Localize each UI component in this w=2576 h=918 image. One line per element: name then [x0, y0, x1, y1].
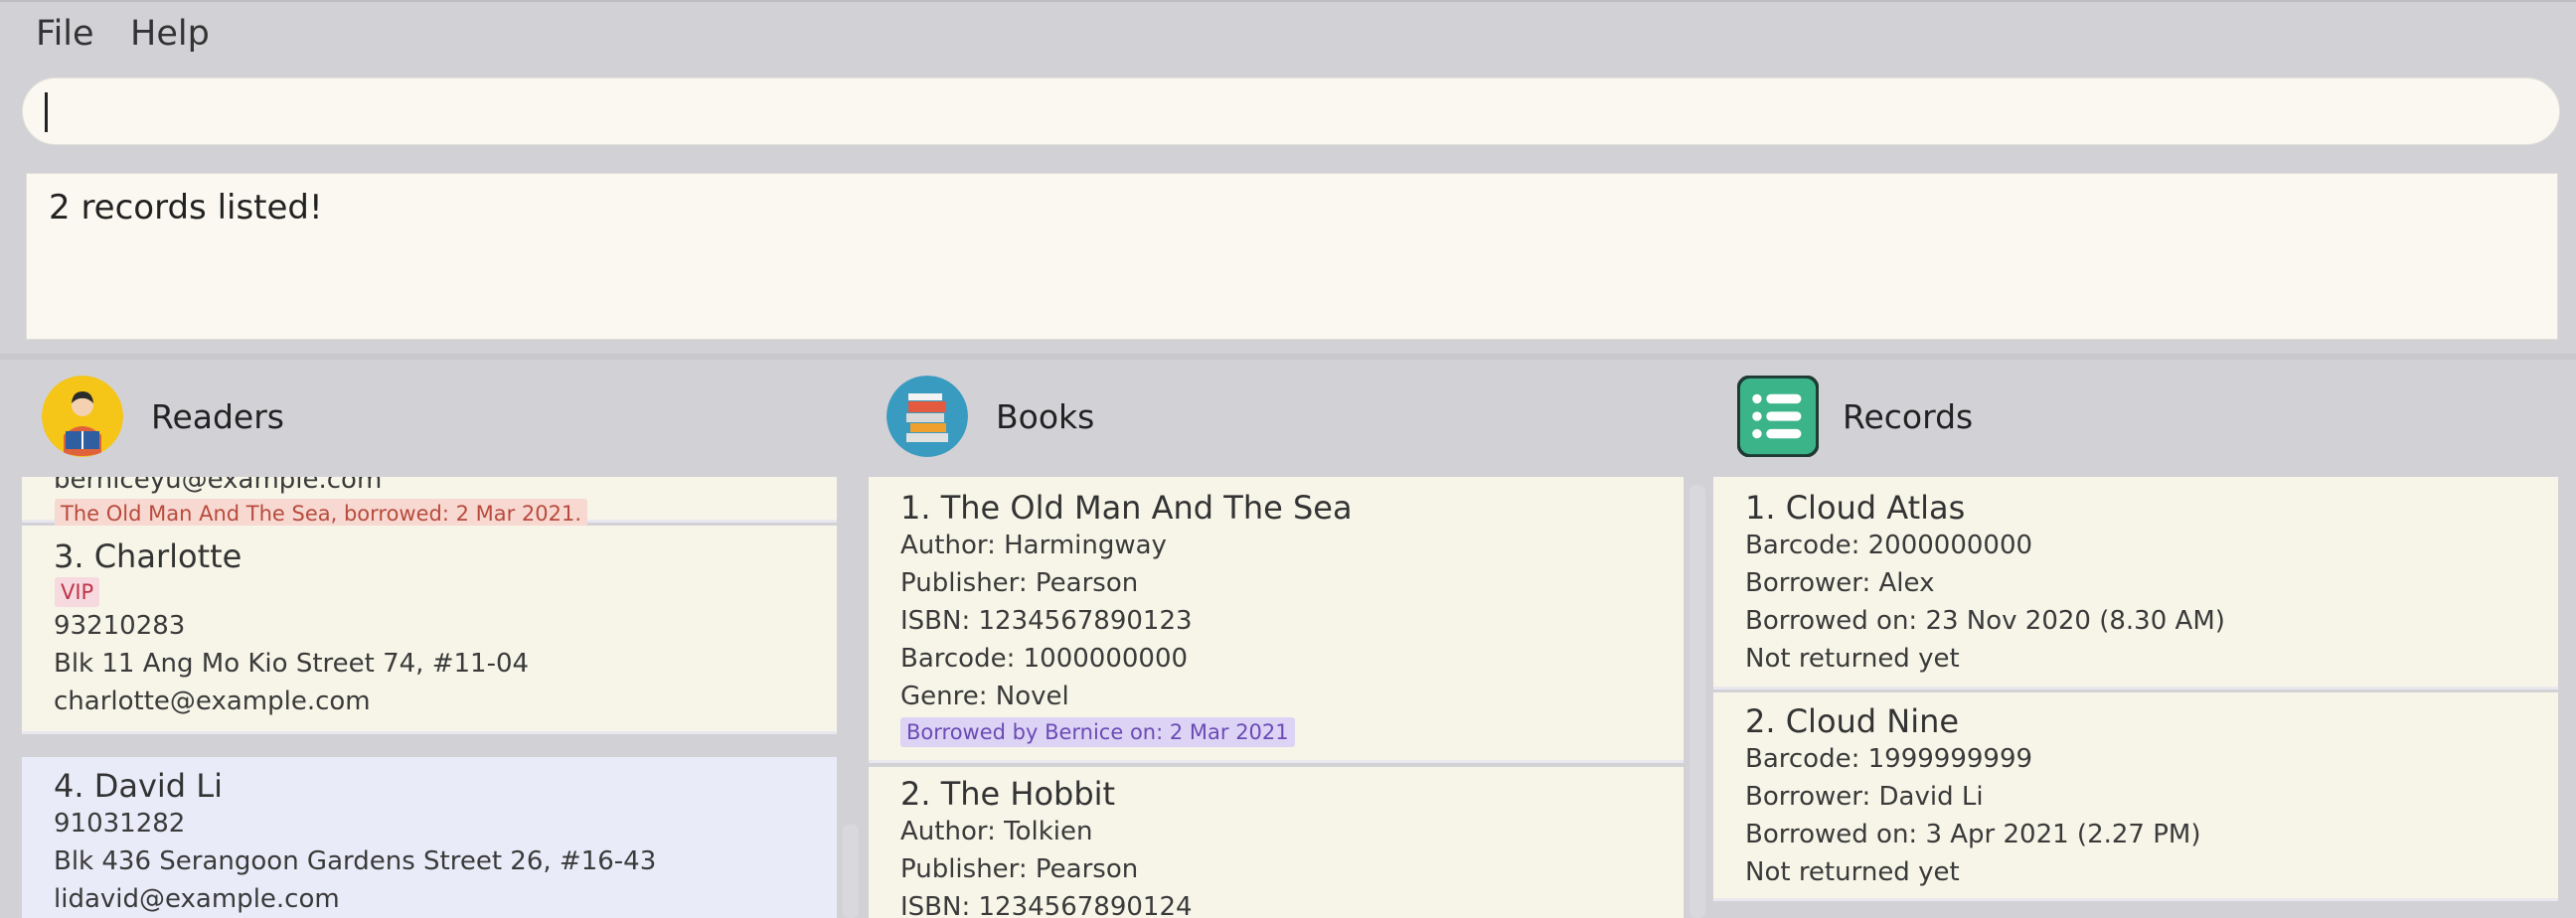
reader-name: 4. David Li [54, 767, 223, 805]
command-input[interactable] [51, 78, 2535, 144]
reader-email: lidavid@example.com [54, 884, 340, 914]
reader-card-selected[interactable]: 4. David Li 91031282 Blk 436 Serangoon G… [22, 757, 837, 918]
book-genre: Genre: Novel [900, 682, 1069, 711]
result-message: 2 records listed! [49, 188, 323, 228]
record-title: 1. Cloud Atlas [1745, 489, 1966, 527]
record-card[interactable]: 1. Cloud Atlas Barcode: 2000000000 Borro… [1713, 477, 2558, 689]
command-box[interactable] [22, 77, 2560, 145]
records-list[interactable]: 1. Cloud Atlas Barcode: 2000000000 Borro… [1713, 477, 2558, 904]
book-author: Author: Harmingway [900, 531, 1167, 560]
record-status: Not returned yet [1745, 857, 1960, 887]
book-publisher: Publisher: Pearson [900, 568, 1139, 598]
book-title: 2. The Hobbit [900, 775, 1116, 813]
book-borrowed-tag: Borrowed by Bernice on: 2 Mar 2021 [900, 717, 1295, 747]
book-author: Author: Tolkien [900, 817, 1093, 846]
list-icon [1737, 376, 1819, 457]
book-card[interactable]: 1. The Old Man And The Sea Author: Harmi… [869, 477, 1684, 763]
record-borrower: Borrower: Alex [1745, 568, 1935, 598]
reader-email: charlotte@example.com [54, 687, 371, 716]
reader-card[interactable]: berniceyu@example.com The Old Man And Th… [22, 477, 837, 529]
reader-email: berniceyu@example.com [54, 477, 383, 495]
reader-vip-tag: VIP [55, 577, 100, 607]
book-publisher: Publisher: Pearson [900, 854, 1139, 884]
readers-title: Readers [151, 397, 284, 436]
record-barcode: Barcode: 1999999999 [1745, 744, 2033, 774]
reader-icon [42, 376, 123, 457]
menu-file[interactable]: File [36, 14, 94, 54]
result-display: 2 records listed! [26, 173, 2558, 340]
reader-address: Blk 11 Ang Mo Kio Street 74, #11-04 [54, 649, 530, 679]
section-divider [0, 354, 2576, 360]
reader-borrow-tag: The Old Man And The Sea, borrowed: 2 Mar… [55, 499, 588, 529]
books-title: Books [996, 397, 1095, 436]
books-icon [886, 376, 968, 457]
book-isbn: ISBN: 1234567890123 [900, 606, 1193, 636]
readers-scrollbar[interactable] [843, 825, 859, 918]
record-borrowed-on: Borrowed on: 3 Apr 2021 (2.27 PM) [1745, 820, 2201, 849]
book-title: 1. The Old Man And The Sea [900, 489, 1353, 527]
readers-list[interactable]: berniceyu@example.com The Old Man And Th… [22, 477, 837, 918]
reader-name: 3. Charlotte [54, 537, 242, 575]
book-card[interactable]: 2. The Hobbit Author: Tolkien Publisher:… [869, 767, 1684, 918]
reader-phone: 91031282 [54, 809, 186, 839]
books-panel-header: Books [886, 376, 1682, 459]
menu-help[interactable]: Help [130, 14, 210, 54]
reader-card[interactable]: 3. Charlotte VIP 93210283 Blk 11 Ang Mo … [22, 526, 837, 734]
record-borrower: Borrower: David Li [1745, 782, 1984, 812]
books-list[interactable]: 1. The Old Man And The Sea Author: Harmi… [869, 477, 1684, 918]
record-title: 2. Cloud Nine [1745, 702, 1960, 740]
record-barcode: Barcode: 2000000000 [1745, 531, 2033, 560]
record-borrowed-on: Borrowed on: 23 Nov 2020 (8.30 AM) [1745, 606, 2225, 636]
menu-bar: File Help [0, 0, 2576, 70]
books-scrollbar[interactable] [1690, 485, 1705, 918]
text-caret [45, 92, 48, 132]
record-card[interactable]: 2. Cloud Nine Barcode: 1999999999 Borrow… [1713, 692, 2558, 901]
readers-panel-header: Readers [42, 376, 837, 459]
reader-address: Blk 436 Serangoon Gardens Street 26, #16… [54, 846, 657, 876]
reader-phone: 93210283 [54, 611, 186, 641]
records-panel-header: Records [1737, 376, 2532, 459]
records-title: Records [1843, 397, 1974, 436]
book-barcode: Barcode: 1000000000 [900, 644, 1189, 674]
record-status: Not returned yet [1745, 644, 1960, 674]
book-isbn: ISBN: 1234567890124 [900, 892, 1193, 918]
